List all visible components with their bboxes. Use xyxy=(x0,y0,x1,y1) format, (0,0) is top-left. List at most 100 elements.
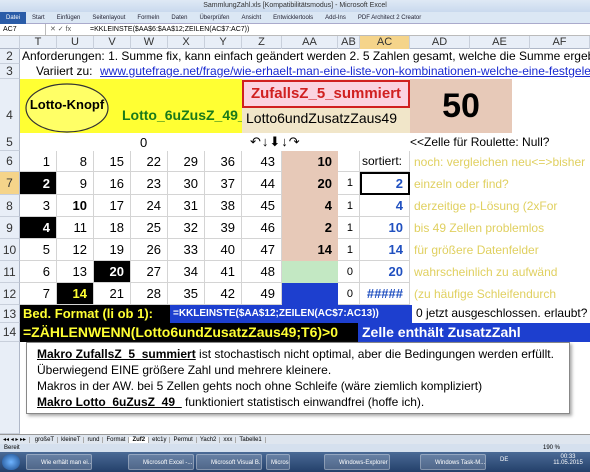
tab-file[interactable]: Datei xyxy=(0,12,27,24)
tab-page-layout[interactable]: Seitenlayout xyxy=(86,12,131,24)
grid-cell[interactable]: 1 xyxy=(338,239,360,261)
taskbar-item[interactable]: Microsoft Visual B... xyxy=(196,454,262,470)
grid-cell[interactable]: 2 xyxy=(282,217,338,239)
grid-cell[interactable]: 42 xyxy=(205,283,242,305)
col-header[interactable]: AB xyxy=(338,36,360,49)
fx-icon[interactable]: ✕ ✓ fx xyxy=(50,24,90,35)
grid-cell[interactable]: 10 xyxy=(360,217,410,239)
grid-cell[interactable]: 30 xyxy=(168,172,205,195)
grid-cell[interactable]: 25 xyxy=(131,217,168,239)
grid-cell[interactable]: 43 xyxy=(242,151,282,172)
grid-cell[interactable]: 45 xyxy=(242,195,282,217)
sheet-tab[interactable]: großeT xyxy=(31,437,59,443)
grid-cell[interactable]: 1 xyxy=(338,172,360,195)
start-icon[interactable] xyxy=(2,454,20,470)
col-header[interactable]: W xyxy=(131,36,168,49)
grid-cell[interactable]: 8 xyxy=(57,151,94,172)
grid-cell[interactable]: ##### xyxy=(360,283,410,305)
grid-cell[interactable]: 14 xyxy=(360,239,410,261)
grid-cell[interactable]: 18 xyxy=(94,217,131,239)
tab-developer[interactable]: Entwicklertools xyxy=(267,12,319,24)
grid-cell[interactable]: 27 xyxy=(131,261,168,283)
grid-cell[interactable]: 37 xyxy=(205,172,242,195)
grid-cell[interactable] xyxy=(338,151,360,172)
name-box[interactable]: AC7 xyxy=(0,24,46,35)
grid-cell[interactable]: 29 xyxy=(168,151,205,172)
sum-value[interactable]: 50 xyxy=(410,79,512,133)
grid-cell[interactable]: 24 xyxy=(131,195,168,217)
grid-cell[interactable]: 28 xyxy=(131,283,168,305)
row-header[interactable]: 8 xyxy=(0,195,20,217)
sheet-tab-active[interactable]: Zuf2 xyxy=(129,437,150,443)
taskbar-item[interactable]: Microsoft Excel -... xyxy=(128,454,194,470)
sheet-nav-icon[interactable]: ◂◂ ◂ ▸ ▸▸ xyxy=(0,437,31,443)
grid-cell[interactable]: 12 xyxy=(57,239,94,261)
grid-cell[interactable]: 0 xyxy=(338,283,360,305)
col-header[interactable]: Z xyxy=(242,36,282,49)
grid-cell[interactable]: 14 xyxy=(57,283,94,305)
col-header[interactable]: T xyxy=(20,36,57,49)
grid-cell[interactable]: 40 xyxy=(205,239,242,261)
grid-cell[interactable]: 16 xyxy=(94,172,131,195)
grid-cell[interactable]: 26 xyxy=(131,239,168,261)
zufall-button[interactable]: ZufallsZ_5_summiert xyxy=(242,80,410,108)
grid-cell[interactable]: 21 xyxy=(94,283,131,305)
sheet-tab[interactable]: Tabelle1 xyxy=(236,437,266,443)
grid-cell[interactable]: 10 xyxy=(57,195,94,217)
grid-cell[interactable]: 11 xyxy=(57,217,94,239)
grid-cell[interactable]: 48 xyxy=(242,261,282,283)
sheet-tab[interactable]: kleineT xyxy=(58,437,85,443)
clock[interactable]: 00:33 11.05.2015 xyxy=(548,454,588,466)
grid-cell[interactable]: 33 xyxy=(168,239,205,261)
row-header[interactable]: 6 xyxy=(0,151,20,172)
grid-cell[interactable]: 47 xyxy=(242,239,282,261)
grid-cell[interactable]: 46 xyxy=(242,217,282,239)
grid-cell[interactable]: 2 xyxy=(20,172,57,195)
sheet-tab[interactable]: xxx xyxy=(220,437,237,443)
sheet-tab[interactable]: Format xyxy=(103,437,130,443)
grid-cell[interactable]: 20 xyxy=(282,172,338,195)
description-textbox[interactable]: Makro ZufallsZ_5_summiert ist stochastis… xyxy=(26,342,570,414)
col-header[interactable]: V xyxy=(94,36,131,49)
tab-pdf[interactable]: PDF Architect 2 Creator xyxy=(352,12,427,24)
row-header[interactable]: 13 xyxy=(0,305,20,323)
grid-cell[interactable]: 41 xyxy=(205,261,242,283)
row-header[interactable]: 14 xyxy=(0,323,20,342)
grid-cell[interactable]: 0 xyxy=(338,261,360,283)
row-header[interactable]: 11 xyxy=(0,261,20,283)
grid-cell[interactable]: 17 xyxy=(94,195,131,217)
col-header[interactable]: AE xyxy=(470,36,530,49)
grid-cell[interactable]: 1 xyxy=(338,195,360,217)
grid-cell[interactable]: 4 xyxy=(360,195,410,217)
col-header[interactable]: X xyxy=(168,36,205,49)
row-header[interactable]: 9 xyxy=(0,217,20,239)
selected-cell-ac7[interactable] xyxy=(360,172,410,195)
grid-cell[interactable]: 14 xyxy=(282,239,338,261)
grid-cell[interactable]: 3 xyxy=(20,195,57,217)
grid-cell[interactable]: 34 xyxy=(168,261,205,283)
sheet-tab[interactable]: etc1y xyxy=(149,437,171,443)
taskbar-item[interactable]: Windows-Explorer xyxy=(324,454,390,470)
col-header[interactable]: AF xyxy=(530,36,590,49)
taskbar-item[interactable]: Microsoft Paint xyxy=(266,454,290,470)
grid-cell[interactable]: 1 xyxy=(20,151,57,172)
grid-cell[interactable]: 9 xyxy=(57,172,94,195)
grid-cell[interactable]: 7 xyxy=(20,283,57,305)
grid-cell[interactable]: 31 xyxy=(168,195,205,217)
gutefrage-link[interactable]: www.gutefrage.net/frage/wie-erhaelt-man-… xyxy=(100,64,590,79)
grid-cell[interactable]: 4 xyxy=(282,195,338,217)
tab-data[interactable]: Daten xyxy=(165,12,193,24)
taskbar-item[interactable]: Wie erhält man ei... xyxy=(26,454,92,470)
row-header[interactable]: 12 xyxy=(0,283,20,305)
sheet-tab[interactable]: Permut xyxy=(170,437,197,443)
grid-cell[interactable]: 10 xyxy=(282,151,338,172)
grid-cell[interactable]: 35 xyxy=(168,283,205,305)
col-header[interactable]: AC xyxy=(360,36,410,49)
grid-cell[interactable]: 22 xyxy=(131,151,168,172)
row-header[interactable]: 5 xyxy=(0,133,20,151)
col-header[interactable]: Y xyxy=(205,36,242,49)
grid-cell[interactable]: 44 xyxy=(242,172,282,195)
tab-addins[interactable]: Add-Ins xyxy=(319,12,352,24)
row-header[interactable]: 7 xyxy=(0,172,20,195)
row5-zero[interactable]: 0 xyxy=(140,135,160,150)
